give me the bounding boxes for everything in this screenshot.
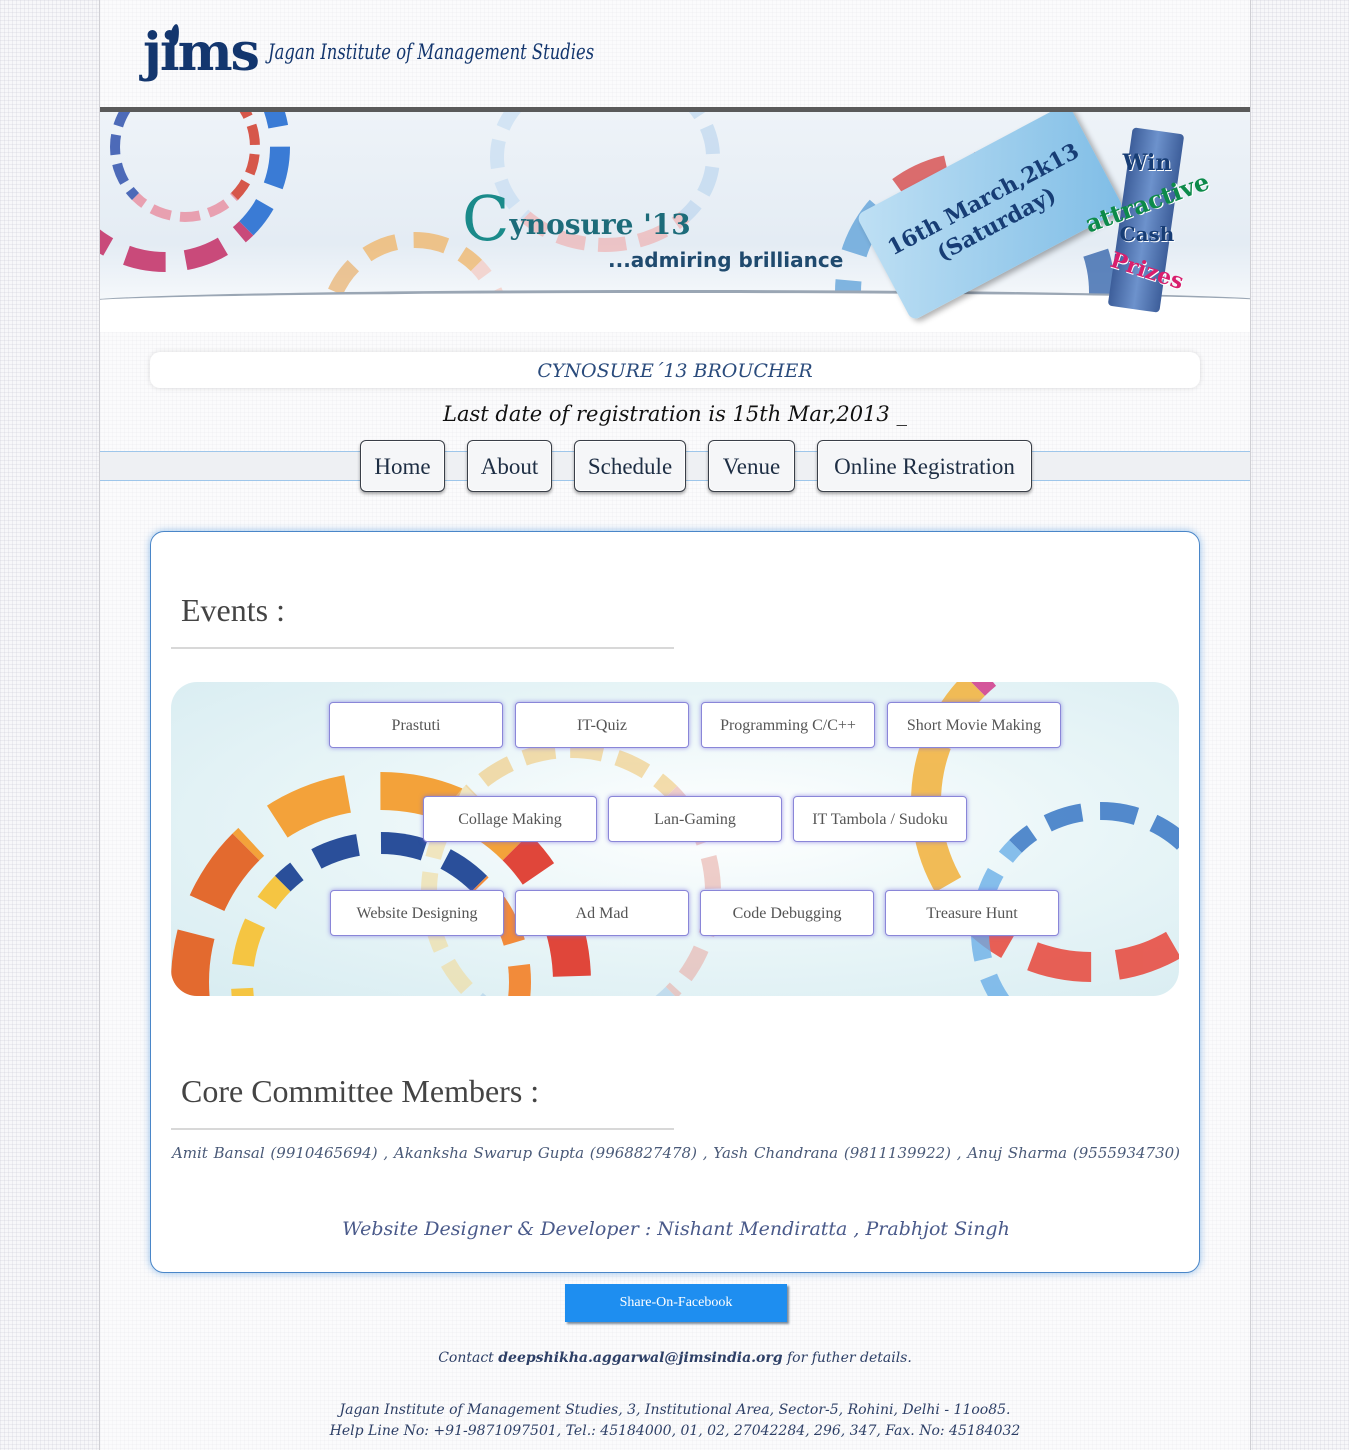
divider xyxy=(171,647,674,649)
event-treasure-hunt[interactable]: Treasure Hunt xyxy=(885,890,1059,936)
committee-heading: Core Committee Members : xyxy=(181,1073,540,1109)
logo-text: Jagan Institute of Management Studies xyxy=(267,40,594,64)
event-ad-mad[interactable]: Ad Mad xyxy=(515,890,689,936)
nav-about[interactable]: About xyxy=(467,440,552,492)
banner-tagline: ...admiring brilliance xyxy=(608,248,844,272)
share-facebook-button[interactable]: Share-On-Facebook xyxy=(565,1284,787,1322)
contact-suffix: for futher details. xyxy=(786,1350,912,1366)
contact-email-link[interactable]: deepshikha.aggarwal@jimsindia.org xyxy=(498,1350,782,1366)
event-prastuti[interactable]: Prastuti xyxy=(329,702,503,748)
jims-logo[interactable]: jims Jagan Institute of Management Studi… xyxy=(143,22,686,84)
divider xyxy=(171,1128,674,1130)
event-short-movie[interactable]: Short Movie Making xyxy=(887,702,1061,748)
contact-line: Contact deepshikha.aggarwal@jimsindia.or… xyxy=(100,1350,1250,1366)
event-banner: Cynosure '13 ...admiring brilliance 16th… xyxy=(100,107,1250,332)
banner-title: Cynosure '13 xyxy=(462,182,691,255)
address-line: Jagan Institute of Management Studies, 3… xyxy=(339,1402,1011,1418)
event-it-quiz[interactable]: IT-Quiz xyxy=(515,702,689,748)
nav-venue[interactable]: Venue xyxy=(708,440,795,492)
nav-schedule[interactable]: Schedule xyxy=(574,440,686,492)
events-grid: Prastuti IT-Quiz Programming C/C++ Short… xyxy=(171,682,1179,996)
site-credits: Website Designer & Developer : Nishant M… xyxy=(342,1218,1010,1240)
event-website-designing[interactable]: Website Designing xyxy=(330,890,504,936)
brochure-link[interactable]: CYNOSURE´13 BROUCHER xyxy=(150,352,1200,388)
helpline-line: Help Line No: +91-9871097501, Tel.: 4518… xyxy=(329,1423,1021,1439)
event-programming[interactable]: Programming C/C++ xyxy=(701,702,875,748)
footer-address: Jagan Institute of Management Studies, 3… xyxy=(100,1400,1250,1442)
registration-deadline: Last date of registration is 15th Mar,20… xyxy=(443,402,907,426)
decor-ring xyxy=(421,742,721,996)
prize-badge: Win attractive Cash Prizes xyxy=(1062,127,1232,320)
event-lan-gaming[interactable]: Lan-Gaming xyxy=(608,796,782,842)
nav-home[interactable]: Home xyxy=(360,440,445,492)
logo-mark: jims xyxy=(143,22,260,83)
contact-prefix: Contact xyxy=(438,1350,494,1366)
nav-online-registration[interactable]: Online Registration xyxy=(817,440,1032,492)
event-it-tambola[interactable]: IT Tambola / Sudoku xyxy=(793,796,967,842)
page-container: jims Jagan Institute of Management Studi… xyxy=(99,0,1251,1450)
events-heading: Events : xyxy=(181,592,285,628)
event-code-debugging[interactable]: Code Debugging xyxy=(700,890,874,936)
main-panel: Events : Prastuti IT-Quiz Programming C/… xyxy=(150,531,1200,1273)
event-collage-making[interactable]: Collage Making xyxy=(423,796,597,842)
committee-members: Amit Bansal (9910465694) , Akanksha Swar… xyxy=(171,1144,1181,1162)
